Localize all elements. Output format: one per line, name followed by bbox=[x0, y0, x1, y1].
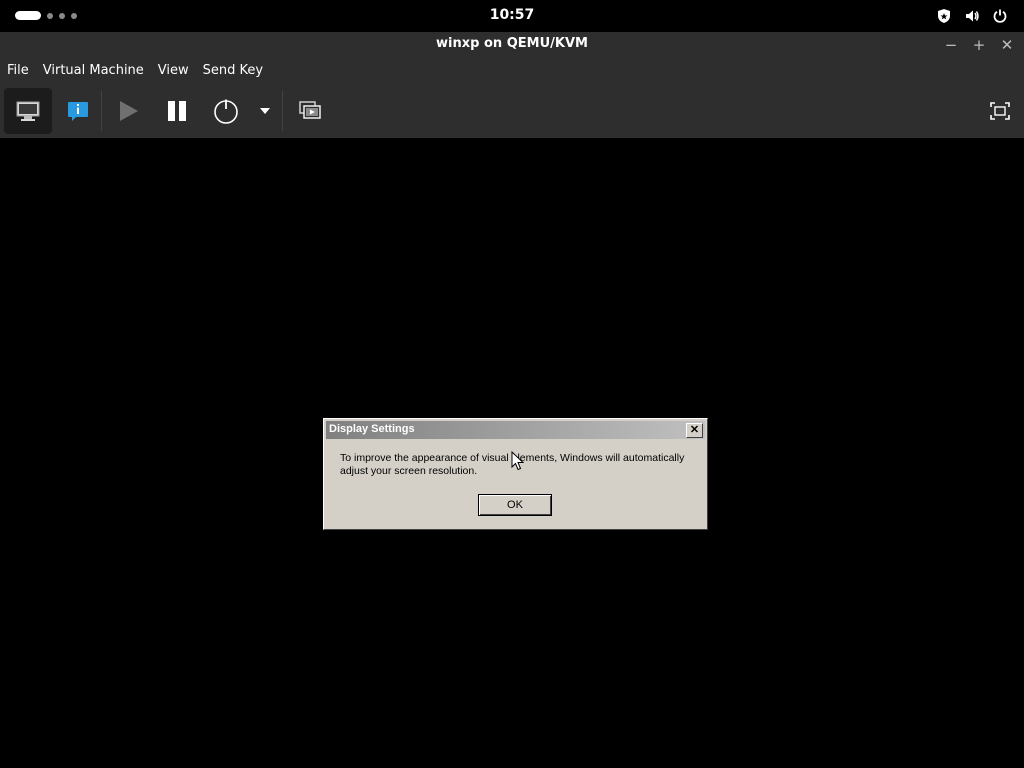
shutdown-button[interactable] bbox=[204, 88, 248, 134]
mouse-cursor-icon bbox=[511, 450, 525, 475]
run-button[interactable] bbox=[106, 88, 150, 134]
shutdown-icon bbox=[213, 98, 239, 124]
ok-button[interactable]: OK bbox=[478, 494, 552, 516]
menu-virtual-machine[interactable]: Virtual Machine bbox=[36, 58, 151, 85]
dialog-close-button[interactable]: ✕ bbox=[686, 423, 703, 438]
menubar: File Virtual Machine View Send Key bbox=[0, 58, 1024, 85]
toolbar bbox=[0, 85, 1024, 138]
window-title: winxp on QEMU/KVM bbox=[436, 36, 588, 51]
dialog-title: Display Settings bbox=[329, 423, 415, 435]
window-header-bar[interactable]: winxp on QEMU/KVM − + ✕ bbox=[0, 32, 1024, 58]
close-button[interactable]: ✕ bbox=[998, 36, 1016, 54]
snapshots-button[interactable] bbox=[288, 88, 332, 134]
details-info-icon bbox=[66, 99, 90, 123]
console-button[interactable] bbox=[4, 88, 52, 134]
minimize-button[interactable]: − bbox=[942, 36, 960, 54]
power-icon bbox=[992, 8, 1008, 24]
shutdown-menu-arrow-icon bbox=[259, 107, 271, 115]
clock[interactable]: 10:57 bbox=[0, 7, 1024, 23]
pause-button[interactable] bbox=[155, 88, 199, 134]
pause-icon bbox=[166, 100, 188, 122]
maximize-button[interactable]: + bbox=[970, 36, 988, 54]
volume-icon bbox=[964, 8, 980, 24]
fullscreen-button[interactable] bbox=[980, 88, 1020, 134]
menu-send-key[interactable]: Send Key bbox=[196, 58, 270, 85]
fullscreen-icon bbox=[990, 102, 1010, 120]
toolbar-separator bbox=[282, 91, 283, 131]
menu-file[interactable]: File bbox=[0, 58, 36, 85]
details-button[interactable] bbox=[56, 88, 100, 134]
system-status-area[interactable] bbox=[936, 8, 1008, 24]
console-icon bbox=[16, 100, 40, 122]
snapshots-icon bbox=[298, 100, 322, 122]
dialog-title-bar[interactable]: Display Settings ✕ bbox=[326, 421, 705, 439]
shutdown-menu-button[interactable] bbox=[254, 88, 276, 134]
menu-view[interactable]: View bbox=[151, 58, 196, 85]
system-top-bar: 10:57 bbox=[0, 0, 1024, 32]
run-icon bbox=[117, 100, 139, 122]
toolbar-separator bbox=[101, 91, 102, 131]
shield-icon bbox=[936, 8, 952, 24]
